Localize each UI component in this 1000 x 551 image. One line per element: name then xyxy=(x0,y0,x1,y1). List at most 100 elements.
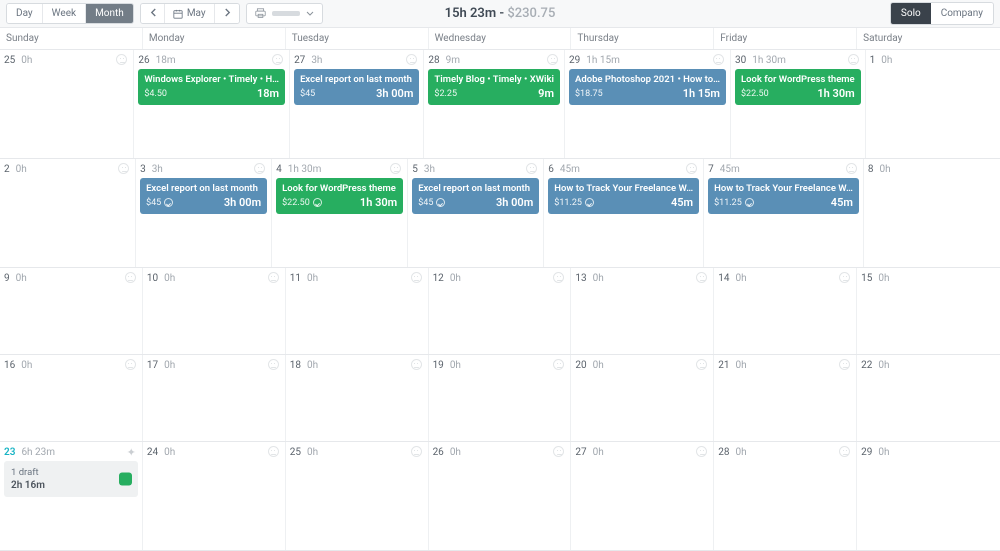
time-entry[interactable]: Adobe Photoshop 2021 • How to…$18.751h 1… xyxy=(569,69,726,105)
entry-title: Excel report on last month xyxy=(300,74,413,85)
week-row: 20h33hExcel report on last month$453h 00… xyxy=(0,159,1000,268)
chevron-left-icon xyxy=(150,8,155,17)
day-cell[interactable]: 250h xyxy=(0,50,134,158)
time-entry[interactable]: Excel report on last month$453h 00m xyxy=(140,178,267,214)
day-cell[interactable]: 220h xyxy=(857,355,1000,441)
time-entry[interactable]: How to Track Your Freelance W…$11.2545m xyxy=(708,178,859,214)
day-header: 90h xyxy=(4,272,138,284)
face-icon xyxy=(547,54,558,65)
day-cell[interactable]: 190h xyxy=(429,355,572,441)
day-cell[interactable]: 273hExcel report on last month$453h 00m xyxy=(290,50,424,158)
face-icon xyxy=(125,359,136,370)
day-header: 150h xyxy=(861,272,996,284)
day-duration: 0h xyxy=(878,447,889,458)
day-cell[interactable]: 120h xyxy=(429,268,572,354)
day-cell[interactable]: 80h xyxy=(864,159,1000,267)
day-header: 250h xyxy=(290,446,424,458)
time-entry[interactable]: Look for WordPress theme$22.501h 30m xyxy=(735,69,861,105)
mode-company-button[interactable]: Company xyxy=(931,3,993,24)
day-duration: 1h 30m xyxy=(288,164,322,175)
entry-amount: $45 xyxy=(146,198,173,208)
day-header: 53h xyxy=(412,163,539,175)
day-cell[interactable]: 260h xyxy=(429,442,572,550)
day-cell[interactable]: 180h xyxy=(286,355,429,441)
entry-subline: $453h 00m xyxy=(146,196,261,209)
dow-cell: Wednesday xyxy=(429,28,572,49)
face-icon xyxy=(696,359,707,370)
day-duration: 45m xyxy=(720,164,740,175)
entry-duration: 45m xyxy=(831,196,853,209)
view-day-button[interactable]: Day xyxy=(7,4,43,23)
day-cell[interactable]: 33hExcel report on last month$453h 00m xyxy=(136,159,272,267)
checkmark-icon xyxy=(585,198,594,207)
day-header: 120h xyxy=(433,272,567,284)
day-number: 8 xyxy=(868,164,874,175)
day-cell[interactable]: 236h 23m✦1 draft2h 16m xyxy=(0,442,143,550)
entry-duration: 9m xyxy=(538,87,554,100)
month-picker-button[interactable]: May xyxy=(165,4,215,23)
day-number: 4 xyxy=(276,164,282,175)
checkmark-icon xyxy=(745,198,754,207)
day-cell[interactable]: 210h xyxy=(714,355,857,441)
time-entry[interactable]: Windows Explorer • Timely • H…$4.5018m xyxy=(138,69,285,105)
day-duration: 0h xyxy=(736,447,747,458)
day-cell[interactable]: 130h xyxy=(571,268,714,354)
day-cell[interactable]: 645mHow to Track Your Freelance W…$11.25… xyxy=(544,159,704,267)
day-cell[interactable]: 14 0h xyxy=(714,268,857,354)
day-cell[interactable]: 240h xyxy=(143,442,286,550)
time-entry[interactable]: Timely Blog • Timely • XWiki$2.259m xyxy=(428,69,560,105)
day-cell[interactable]: 100h xyxy=(143,268,286,354)
time-entry[interactable]: Excel report on last month$453h 00m xyxy=(294,69,419,105)
face-icon xyxy=(696,446,707,457)
day-duration: 0h xyxy=(450,273,461,284)
next-month-button[interactable] xyxy=(215,4,239,23)
entry-amount: $4.50 xyxy=(144,89,167,99)
day-number: 29 xyxy=(861,447,872,458)
time-entry[interactable]: Excel report on last month$453h 00m xyxy=(412,178,539,214)
day-cell[interactable]: 250h xyxy=(286,442,429,550)
day-cell[interactable]: 291h 15mAdobe Photoshop 2021 • How to…$1… xyxy=(565,50,731,158)
day-cell[interactable]: 301h 30mLook for WordPress theme$22.501h… xyxy=(731,50,866,158)
day-cell[interactable]: 90h xyxy=(0,268,143,354)
day-duration: 0h xyxy=(736,273,747,284)
day-cell[interactable]: 53h Excel report on last month$453h 00m xyxy=(408,159,544,267)
entry-title: Excel report on last month xyxy=(418,183,533,194)
day-cell[interactable]: 745mHow to Track Your Freelance W…$11.25… xyxy=(704,159,864,267)
print-export-button[interactable] xyxy=(246,3,323,24)
face-icon xyxy=(268,272,279,283)
day-header: 180h xyxy=(290,359,424,371)
time-entry[interactable]: Look for WordPress theme$22.501h 30m xyxy=(276,178,403,214)
day-number: 14 xyxy=(718,273,729,284)
day-cell[interactable]: 289mTimely Blog • Timely • XWiki$2.259m xyxy=(424,50,565,158)
day-cell[interactable]: 170h xyxy=(143,355,286,441)
time-entry[interactable]: How to Track Your Freelance W…$11.2545m xyxy=(548,178,699,214)
entry-subline: $18.751h 15m xyxy=(575,87,720,100)
mode-solo-button[interactable]: Solo xyxy=(891,3,931,24)
draft-entry[interactable]: 1 draft2h 16m xyxy=(4,461,138,497)
calendar-grid: 250h 2618mWindows Explorer • Timely • H…$… xyxy=(0,50,1000,540)
mode-switcher: Solo Company xyxy=(890,2,994,25)
view-month-button[interactable]: Month xyxy=(86,4,133,23)
day-duration: 0h xyxy=(21,360,32,371)
day-cell[interactable]: 270h xyxy=(571,442,714,550)
day-header: 250h xyxy=(4,54,129,66)
view-week-button[interactable]: Week xyxy=(43,4,86,23)
day-cell[interactable]: 20h xyxy=(0,159,136,267)
day-cell[interactable]: 150h xyxy=(857,268,1000,354)
day-number: 20 xyxy=(575,360,586,371)
day-header: 280h xyxy=(718,446,852,458)
prev-month-button[interactable] xyxy=(141,4,165,23)
day-cell[interactable]: 110h xyxy=(286,268,429,354)
day-cell[interactable]: 10h xyxy=(866,50,1000,158)
day-number: 29 xyxy=(569,55,580,66)
dow-cell: Saturday xyxy=(857,28,1000,49)
entry-duration: 1h 30m xyxy=(360,196,397,209)
day-cell[interactable]: 29 0h xyxy=(857,442,1000,550)
day-cell[interactable]: 41h 30mLook for WordPress theme$22.501h … xyxy=(272,159,408,267)
day-cell[interactable]: 160h xyxy=(0,355,143,441)
day-cell[interactable]: 200h xyxy=(571,355,714,441)
day-number: 3 xyxy=(140,164,146,175)
day-cell[interactable]: 2618mWindows Explorer • Timely • H…$4.50… xyxy=(134,50,290,158)
day-cell[interactable]: 280h xyxy=(714,442,857,550)
day-duration: 45m xyxy=(560,164,580,175)
